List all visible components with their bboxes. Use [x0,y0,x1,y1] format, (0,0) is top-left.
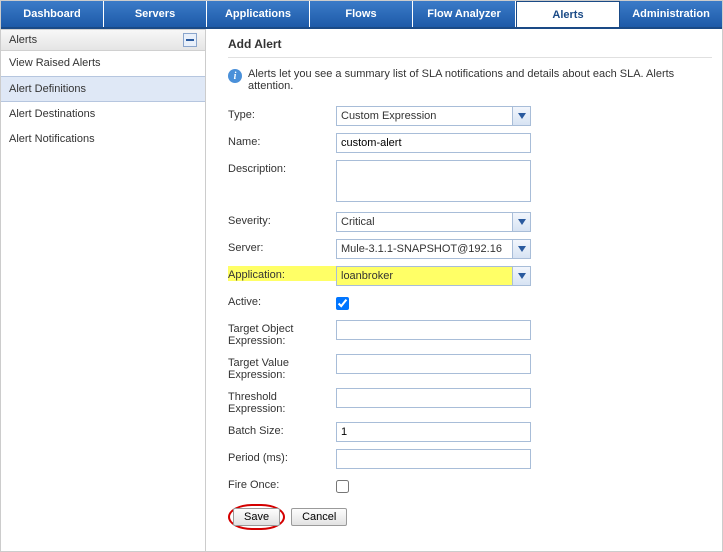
cancel-button[interactable]: Cancel [291,508,347,526]
info-banner: i Alerts let you see a summary list of S… [228,68,712,92]
sidebar-item-view-raised-alerts[interactable]: View Raised Alerts [1,51,205,76]
tab-servers[interactable]: Servers [104,1,207,27]
active-label: Active: [228,293,336,308]
threshold-label: Threshold Expression: [228,388,336,415]
sidebar-header: Alerts [1,29,205,51]
tab-alerts[interactable]: Alerts [516,1,620,27]
sidebar-title: Alerts [9,34,37,46]
chevron-down-icon [512,240,530,258]
server-select[interactable]: Mule-3.1.1-SNAPSHOT@192.16 [336,239,531,259]
server-value: Mule-3.1.1-SNAPSHOT@192.16 [341,243,526,255]
period-input[interactable] [336,449,531,469]
name-input[interactable] [336,133,531,153]
chevron-down-icon [512,213,530,231]
content: Add Alert i Alerts let you see a summary… [206,29,722,551]
tab-applications[interactable]: Applications [207,1,310,27]
info-icon: i [228,69,242,83]
button-row: Save Cancel [228,504,712,530]
application-value: loanbroker [341,270,526,282]
sidebar-item-alert-destinations[interactable]: Alert Destinations [1,102,205,127]
type-value: Custom Expression [341,110,526,122]
target-value-label: Target Value Expression: [228,354,336,381]
type-select[interactable]: Custom Expression [336,106,531,126]
sidebar-item-alert-definitions[interactable]: Alert Definitions [1,76,205,102]
info-text: Alerts let you see a summary list of SLA… [248,68,712,92]
description-input[interactable] [336,160,531,202]
active-checkbox[interactable] [336,297,349,310]
threshold-input[interactable] [336,388,531,408]
fire-once-checkbox[interactable] [336,480,349,493]
tab-flows[interactable]: Flows [310,1,413,27]
sidebar-item-alert-notifications[interactable]: Alert Notifications [1,127,205,152]
top-nav: Dashboard Servers Applications Flows Flo… [1,1,722,29]
application-label: Application: [228,266,336,281]
fire-once-label: Fire Once: [228,476,336,491]
chevron-down-icon [512,107,530,125]
tab-dashboard[interactable]: Dashboard [1,1,104,27]
period-label: Period (ms): [228,449,336,464]
severity-select[interactable]: Critical [336,212,531,232]
target-object-input[interactable] [336,320,531,340]
chevron-down-icon [512,267,530,285]
severity-value: Critical [341,216,526,228]
tab-administration[interactable]: Administration [620,1,722,27]
application-select[interactable]: loanbroker [336,266,531,286]
target-value-input[interactable] [336,354,531,374]
sidebar: Alerts View Raised Alerts Alert Definiti… [1,29,206,551]
batch-size-input[interactable] [336,422,531,442]
name-label: Name: [228,133,336,148]
save-highlight-ring: Save [228,504,285,530]
target-object-label: Target Object Expression: [228,320,336,347]
page-title: Add Alert [228,37,712,58]
batch-size-label: Batch Size: [228,422,336,437]
save-button[interactable]: Save [233,508,280,526]
tab-flow-analyzer[interactable]: Flow Analyzer [413,1,516,27]
server-label: Server: [228,239,336,254]
severity-label: Severity: [228,212,336,227]
minus-icon [186,39,194,41]
type-label: Type: [228,106,336,121]
description-label: Description: [228,160,336,175]
sidebar-collapse-button[interactable] [183,33,197,47]
